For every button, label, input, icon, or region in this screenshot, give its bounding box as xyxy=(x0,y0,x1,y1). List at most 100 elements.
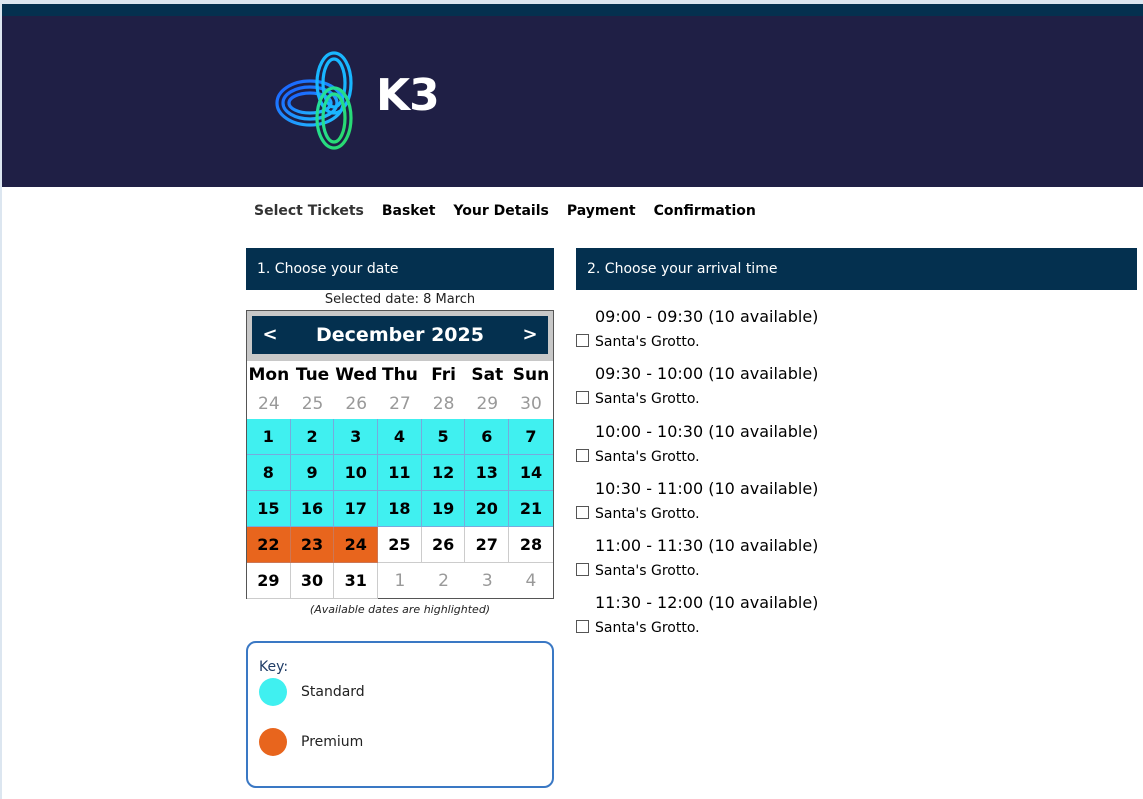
calendar-day[interactable]: 5 xyxy=(421,419,466,455)
calendar-day[interactable]: 16 xyxy=(290,491,335,527)
calendar-day[interactable]: 4 xyxy=(378,419,422,455)
calendar-day[interactable]: 10 xyxy=(334,455,379,491)
step-confirmation[interactable]: Confirmation xyxy=(654,203,756,223)
time-panel-heading: 2. Choose your arrival time xyxy=(576,248,1137,290)
calendar-title-bar: < December 2025 > xyxy=(247,311,553,361)
time-slot-time: 09:00 - 09:30 (10 available) xyxy=(595,307,819,326)
step-payment[interactable]: Payment xyxy=(567,203,636,223)
weekday-header: Mon Tue Wed Thu Fri Sat Sun xyxy=(247,361,553,389)
time-slot-checkbox[interactable] xyxy=(576,448,589,462)
time-slot-label: Santa's Grotto. xyxy=(595,563,700,580)
calendar-day[interactable]: 12 xyxy=(421,455,466,491)
calendar-day-outside: 2 xyxy=(438,571,449,591)
calendar-day[interactable]: 6 xyxy=(465,419,510,455)
calendar-week: 15 16 17 18 19 20 21 xyxy=(247,491,553,527)
calendar-day[interactable]: 21 xyxy=(509,491,553,527)
calendar-day: 31 xyxy=(334,563,379,599)
time-slot-time: 10:30 - 11:00 (10 available) xyxy=(595,478,819,498)
calendar-day[interactable]: 14 xyxy=(509,455,553,491)
calendar-day[interactable]: 19 xyxy=(421,491,466,527)
weekday-tue: Tue xyxy=(295,365,330,385)
weekday-fri: Fri xyxy=(431,365,456,385)
calendar-day-outside: 4 xyxy=(525,571,537,591)
calendar-day[interactable]: 2 xyxy=(290,419,335,455)
time-slot: 11:30 - 12:00 (10 available) Santa's Grot… xyxy=(576,593,1136,650)
calendar-month-label: December 2025 xyxy=(316,324,484,346)
prev-month-button[interactable]: < xyxy=(252,316,288,354)
calendar-day: 27 xyxy=(465,527,510,563)
calendar-day[interactable]: 1 xyxy=(247,419,291,455)
calendar-grid: 24 25 26 27 28 29 30 1 2 3 4 5 6 7 8 9 10 11 12 13 14 15 16 17 1… xyxy=(247,389,553,599)
time-slot-label: Santa's Grotto. xyxy=(595,448,700,465)
brand-logo[interactable]: K3 xyxy=(272,48,462,153)
step-select-tickets[interactable]: Select Tickets xyxy=(254,203,364,223)
calendar-day[interactable]: 17 xyxy=(334,491,379,527)
page: K3 Select Tickets Basket Your Details Pa… xyxy=(2,4,1143,799)
premium-swatch xyxy=(259,728,287,756)
calendar-day[interactable]: 8 xyxy=(247,455,291,491)
calendar-day[interactable]: 24 xyxy=(334,527,379,563)
legend-title: Key: xyxy=(259,659,289,675)
legend-box: Key: Standard Premium xyxy=(246,641,554,788)
checkout-steps: Select Tickets Basket Your Details Payme… xyxy=(254,203,774,223)
time-slot-checkbox[interactable] xyxy=(576,391,589,405)
calendar-week: 1234567 xyxy=(247,419,553,455)
time-slot-label: Santa's Grotto. xyxy=(595,334,700,350)
standard-label: Standard xyxy=(301,684,365,700)
calendar-day[interactable]: 7 xyxy=(509,419,553,455)
weekday-sun: Sun xyxy=(512,365,550,385)
calendar-day: 28 xyxy=(509,527,553,563)
calendar-day: 26 xyxy=(421,527,466,563)
time-slot-label: Santa's Grotto. xyxy=(595,505,700,522)
step-your-details[interactable]: Your Details xyxy=(453,203,548,223)
calendar-day-outside: 28 xyxy=(432,394,455,414)
calendar-day[interactable]: 3 xyxy=(334,419,379,455)
time-slot: 10:00 - 10:30 (10 available) Santa's Grot… xyxy=(576,422,1136,479)
weekday-sat: Sat xyxy=(471,365,504,385)
date-panel-heading: 1. Choose your date xyxy=(246,248,554,290)
calendar-day[interactable]: 22 xyxy=(247,527,291,563)
calendar-day-outside: 3 xyxy=(481,571,493,591)
calendar-day[interactable]: 23 xyxy=(290,527,335,563)
calendar-day-outside: 24 xyxy=(258,394,280,414)
calendar-day[interactable]: 15 xyxy=(247,491,291,527)
calendar-day-outside: 1 xyxy=(394,571,406,591)
calendar-day: 25 xyxy=(378,527,422,563)
time-slot-time: 10:00 - 10:30 (10 available) xyxy=(595,421,819,441)
time-slot-time: 09:30 - 10:00 (10 available) xyxy=(595,364,819,384)
next-month-button[interactable]: > xyxy=(512,316,548,354)
calendar-day-outside: 26 xyxy=(345,394,368,414)
time-slot: 09:30 - 10:00 (10 available) Santa's Grot… xyxy=(576,364,1136,421)
site-header: K3 xyxy=(2,4,1143,187)
calendar-day[interactable]: 11 xyxy=(378,455,422,491)
premium-label: Premium xyxy=(301,734,364,750)
weekday-wed: Wed xyxy=(335,365,378,385)
time-slot-checkbox[interactable] xyxy=(576,334,589,347)
calendar-day-outside: 25 xyxy=(301,394,324,414)
calendar-day-outside: 27 xyxy=(389,394,411,414)
time-slot: 10:30 - 11:00 (10 available) Santa's Grot… xyxy=(576,479,1136,536)
time-slot-label: Santa's Grotto. xyxy=(595,391,700,408)
time-slot-checkbox[interactable] xyxy=(576,505,589,519)
calendar-header: < December 2025 > xyxy=(252,316,548,354)
brand-name: K3 xyxy=(376,70,440,121)
time-slot-checkbox[interactable] xyxy=(576,563,589,577)
calendar-week: 8 9 10 11 12 13 14 xyxy=(247,455,553,491)
calendar-day[interactable]: 20 xyxy=(465,491,510,527)
time-slot-list: 09:00 - 09:30 (10 available) Santa's Grot… xyxy=(576,307,1136,651)
calendar-day[interactable]: 18 xyxy=(378,491,422,527)
calendar-day[interactable]: 13 xyxy=(465,455,510,491)
step-basket[interactable]: Basket xyxy=(382,203,436,223)
time-slot: 11:00 - 11:30 (10 available) Santa's Grot… xyxy=(576,536,1136,593)
calendar-note: (Available dates are highlighted) xyxy=(309,603,491,616)
calendar-day: 30 xyxy=(290,563,335,599)
calendar-week: 29 30 31 1 2 3 4 xyxy=(247,563,553,599)
time-slot-checkbox[interactable] xyxy=(576,620,589,634)
calendar-day-outside: 30 xyxy=(520,394,542,414)
weekday-thu: Thu xyxy=(382,365,418,385)
time-slot-time: 11:00 - 11:30 (10 available) xyxy=(595,536,819,556)
time-slot: 09:00 - 09:30 (10 available) Santa's Grot… xyxy=(576,307,1136,364)
calendar-day[interactable]: 9 xyxy=(290,455,335,491)
time-slot-time: 11:30 - 12:00 (10 available) xyxy=(595,593,819,613)
calendar-day: 29 xyxy=(247,563,291,599)
